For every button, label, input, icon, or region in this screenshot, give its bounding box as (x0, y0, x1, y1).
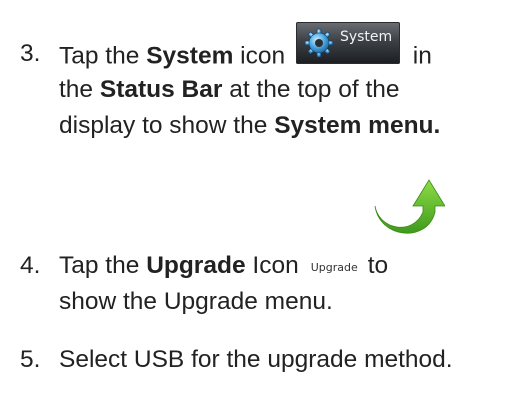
text: in (405, 42, 432, 70)
step-3-line-3: display to show the System menu. (59, 108, 440, 144)
text: Tap the (59, 252, 147, 279)
text: icon (233, 42, 286, 70)
step-number: 5. (20, 346, 41, 373)
text: the (59, 76, 100, 103)
step-5-line-1: Select USB for the upgrade method. (59, 346, 453, 373)
system-button-icon: System (295, 22, 400, 64)
upgrade-icon: Upgrade (310, 261, 358, 274)
step-4-line-2: show the Upgrade menu. (59, 288, 333, 315)
text: Tap the (59, 42, 147, 70)
curved-arrow-icon (374, 179, 445, 234)
text: Icon (245, 252, 299, 279)
step-3-line-2: the Status Bar at the top of the (59, 72, 400, 108)
bold-text: System menu. (274, 112, 441, 139)
text: to (367, 252, 389, 279)
text: at the top of the (222, 76, 400, 103)
gear-icon (304, 28, 334, 58)
bold-text: System (146, 42, 234, 70)
text: display to show the (59, 112, 275, 139)
bold-text: Upgrade (146, 252, 246, 279)
step-number: 4. (20, 252, 41, 279)
system-icon-label: System (339, 29, 393, 45)
step-number: 3. (20, 40, 41, 67)
bold-text: Status Bar (99, 76, 223, 103)
step-4-line-1: Tap the Upgrade Icon Upgrade to (59, 248, 388, 284)
